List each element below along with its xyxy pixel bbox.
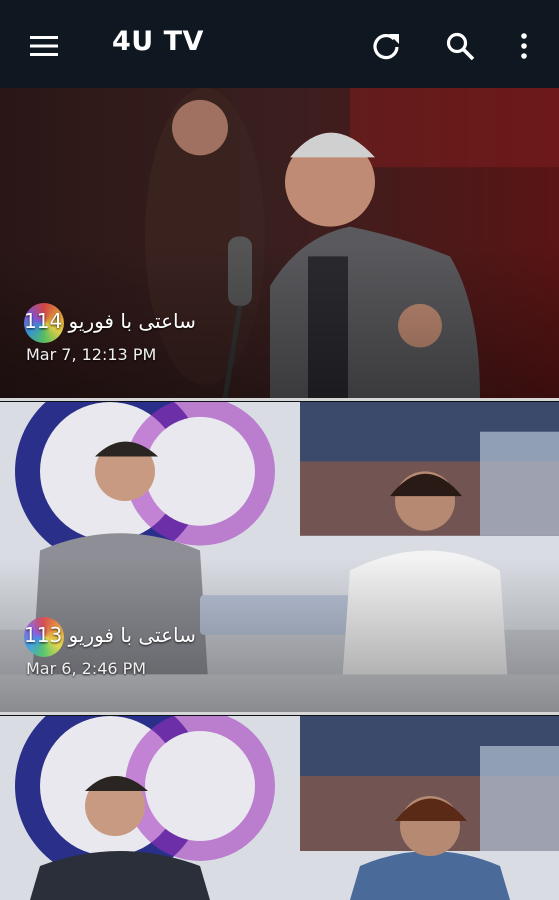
- video-card[interactable]: ساعتی با فوریو 113 Mar 6, 2:46 PM: [0, 402, 559, 715]
- app-bar: 4U TV: [0, 0, 559, 88]
- refresh-icon[interactable]: [370, 30, 402, 62]
- video-thumbnail: [0, 716, 559, 900]
- video-card[interactable]: ساعتی با فوریو 114 Mar 7, 12:13 PM: [0, 88, 559, 401]
- video-date: Mar 7, 12:13 PM: [26, 345, 157, 364]
- more-vert-icon[interactable]: [510, 30, 542, 62]
- video-card[interactable]: [0, 716, 559, 900]
- menu-icon[interactable]: [28, 30, 60, 62]
- video-title: ساعتی با فوریو 113: [24, 623, 196, 647]
- video-date: Mar 6, 2:46 PM: [26, 659, 147, 678]
- app-title: 4U TV: [112, 26, 204, 57]
- video-title: ساعتی با فوریو 114: [24, 309, 196, 333]
- search-icon[interactable]: [444, 30, 476, 62]
